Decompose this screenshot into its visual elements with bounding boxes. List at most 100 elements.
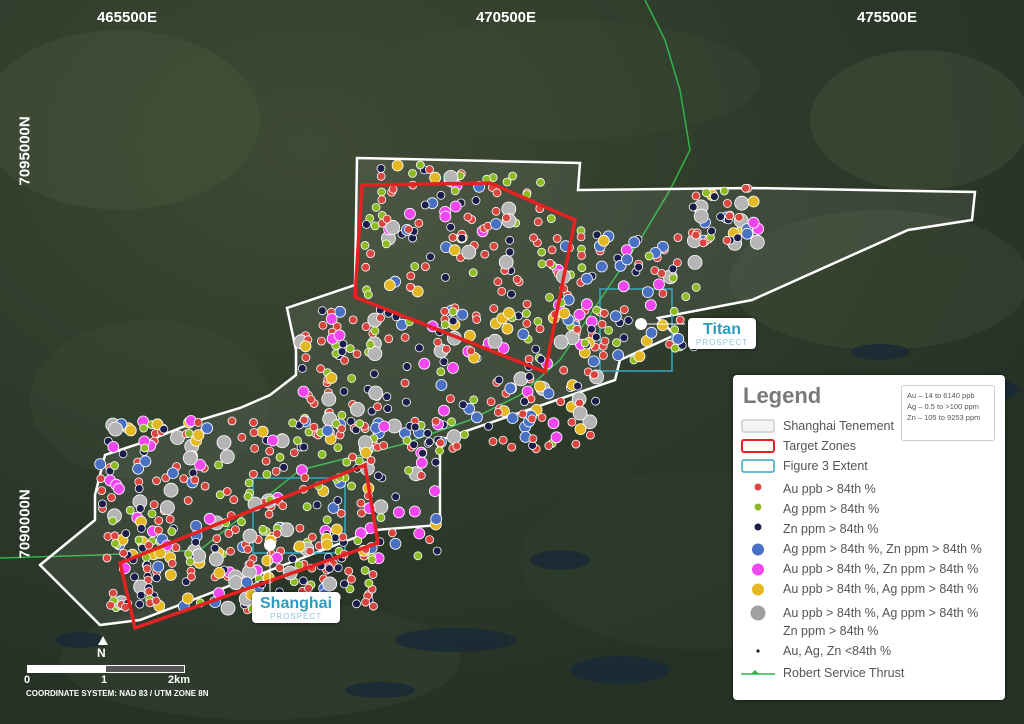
sample-point (468, 268, 478, 278)
sample-point (339, 579, 349, 589)
sample-point (581, 272, 593, 285)
titan-prospect-marker[interactable] (635, 318, 647, 330)
sample-point (741, 183, 750, 193)
navy-dot-icon (741, 521, 771, 537)
sample-point (193, 417, 203, 427)
sample-point (371, 202, 381, 212)
sample-point (361, 219, 371, 229)
sample-point (208, 551, 224, 567)
sample-point (707, 226, 716, 236)
sample-point (159, 424, 169, 434)
sample-point (352, 349, 362, 359)
sample-point (134, 484, 144, 494)
sample-point (466, 346, 476, 356)
sample-point (469, 395, 479, 405)
sample-point (628, 236, 641, 249)
sample-point (97, 486, 107, 496)
sample-point (520, 397, 529, 407)
white-box-icon (741, 418, 775, 434)
sample-point (108, 516, 118, 526)
sample-point (299, 340, 312, 353)
sample-point (537, 413, 547, 422)
sample-point (119, 548, 128, 558)
sample-point (424, 437, 434, 447)
sample-point (440, 306, 450, 316)
sample-point (184, 428, 194, 438)
sample-point (360, 240, 370, 250)
sample-point (367, 555, 377, 565)
sample-point (376, 513, 386, 522)
sample-point (338, 339, 348, 349)
sample-point (265, 446, 275, 456)
sample-point (402, 362, 412, 371)
sample-point (644, 251, 654, 261)
shanghai-prospect-label[interactable]: Shanghai PROSPECT (252, 592, 341, 623)
sample-point (142, 564, 152, 574)
sample-point (604, 325, 613, 335)
titan-prospect-label[interactable]: Titan PROSPECT (688, 318, 757, 349)
legend-range-note: Au – 14 to 6140 ppb Ag – 0.5 to >100 ppm… (901, 385, 995, 441)
sample-point (210, 543, 220, 553)
grey-dot-icon (741, 603, 771, 622)
sample-point (322, 576, 338, 592)
sample-point (522, 309, 531, 318)
sample-point (258, 524, 268, 534)
sample-point (460, 430, 469, 439)
sample-point (383, 404, 393, 414)
sample-point (433, 337, 443, 347)
sample-point (675, 315, 685, 325)
sample-point (325, 312, 338, 325)
sample-point (271, 466, 281, 476)
sample-point (378, 420, 391, 433)
note-ag: Ag – 0.5 to >100 ppm (907, 402, 979, 411)
sample-point (507, 442, 517, 452)
sample-point (668, 273, 678, 283)
sample-point (333, 443, 343, 453)
sample-point (130, 572, 139, 582)
sample-point (457, 233, 467, 243)
sample-point (337, 347, 347, 357)
coordinate-system: COORDINATE SYSTEM: NAD 83 / UTM ZONE 8N (26, 689, 209, 698)
sample-point (316, 364, 326, 374)
sample-point (722, 235, 732, 245)
shanghai-prospect-marker[interactable] (264, 539, 276, 551)
sample-point (486, 397, 496, 407)
sample-point (653, 278, 665, 291)
sample-point (522, 299, 532, 309)
sample-point (701, 188, 711, 198)
sample-point (364, 578, 374, 588)
legend-title: Legend (743, 383, 822, 408)
sample-point (298, 576, 308, 586)
sample-point (589, 370, 599, 380)
note-au: Au – 14 to 6140 ppb (907, 391, 975, 400)
sample-point (125, 505, 135, 515)
sample-point (360, 566, 370, 575)
sample-point (547, 417, 560, 430)
sample-point (420, 262, 430, 272)
sample-point (381, 239, 391, 249)
sample-point (154, 516, 164, 525)
sample-point (317, 449, 327, 459)
legend-item-label: Ag ppm > 84th %, Zn ppm > 84th % (783, 542, 982, 556)
sample-point (182, 450, 198, 466)
sample-point (289, 448, 299, 458)
sample-point (214, 460, 224, 470)
sample-point (337, 424, 347, 434)
sample-point (400, 332, 410, 342)
legend-item-label: Zn ppm > 84th % (783, 522, 879, 536)
sample-point (657, 268, 666, 278)
sample-point (531, 344, 541, 354)
sample-point (490, 218, 502, 230)
sample-point (201, 422, 214, 435)
scale-bar (27, 665, 185, 673)
sample-point (621, 253, 633, 266)
sample-point (423, 428, 433, 438)
sample-point (135, 599, 145, 609)
sample-point (184, 549, 194, 559)
legend-item-label-line2: Zn ppm > 84th % (783, 624, 879, 638)
sample-point (342, 457, 352, 467)
sample-point (719, 186, 729, 196)
sample-point (430, 513, 443, 525)
sample-point (418, 357, 431, 370)
sample-point (550, 431, 563, 444)
